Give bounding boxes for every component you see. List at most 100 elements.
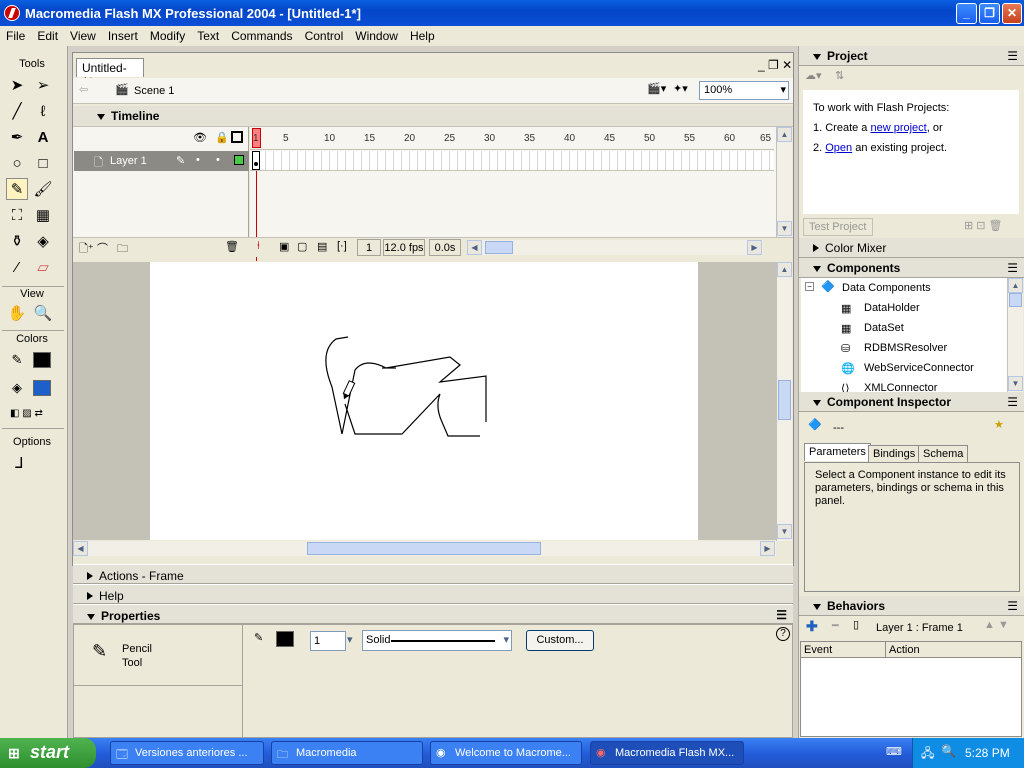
onion-outline-icon[interactable]: ▢	[297, 240, 307, 253]
clock[interactable]: 5:28 PM	[965, 746, 1010, 760]
scroll-right-icon[interactable]: ▶	[747, 240, 762, 255]
rectangle-tool-icon[interactable]: □	[32, 152, 54, 174]
brush-tool-icon[interactable]: 🖌	[32, 178, 54, 200]
scroll-up-icon[interactable]: ▲	[777, 127, 792, 142]
bind-icon[interactable]: ★	[994, 418, 1004, 431]
taskbar-item[interactable]: ◉ Macromedia Flash MX...	[590, 741, 744, 765]
text-tool-icon[interactable]: A	[32, 126, 54, 148]
edit-scene-icon[interactable]: 🎬▾	[647, 82, 666, 95]
panel-options-icon[interactable]: ☰	[1007, 599, 1018, 613]
search-icon[interactable]: 🔍	[941, 744, 956, 758]
stroke-color-swatch[interactable]	[33, 352, 51, 368]
delete-layer-icon[interactable]: 🗑	[225, 240, 239, 253]
stage-hscroll[interactable]: ◀ ▶	[73, 541, 776, 556]
stroke-style-select[interactable]: Solid ▾	[362, 630, 512, 651]
project-panel-header[interactable]: Project ☰	[799, 46, 1024, 66]
eraser-tool-icon[interactable]: ▱	[32, 256, 54, 278]
doc-window-controls[interactable]: _ ❐ ✕	[758, 58, 792, 72]
menu-text[interactable]: Text	[191, 29, 225, 43]
tab-schema[interactable]: Schema	[918, 445, 969, 463]
ink-bottle-tool-icon[interactable]: ⚱	[6, 230, 28, 252]
panel-options-icon[interactable]: ☰	[776, 608, 787, 622]
center-frame-icon[interactable]: ⍿	[257, 240, 260, 253]
layer-row[interactable]: 🗋 Layer 1 ✎ • •	[74, 151, 249, 171]
taskbar-item[interactable]: 🗀 Macromedia	[271, 741, 423, 765]
timeline-hscroll[interactable]: ◀ ▶	[467, 240, 763, 255]
layer-color-box[interactable]	[234, 155, 244, 165]
outline-icon[interactable]	[231, 131, 243, 143]
chevron-down-icon[interactable]: ▾	[780, 83, 786, 96]
sort-icon[interactable]: ⇅	[835, 69, 844, 82]
eyedropper-tool-icon[interactable]: ⁄	[6, 256, 28, 278]
stage-canvas[interactable]	[150, 262, 698, 540]
new-project-link[interactable]: new project	[870, 122, 926, 134]
fill-color-swatch[interactable]	[33, 380, 51, 396]
component-inspector-header[interactable]: Component Inspector ☰	[799, 392, 1024, 412]
open-project-link[interactable]: Open	[825, 142, 852, 154]
scroll-thumb[interactable]	[485, 241, 513, 254]
timeline-ruler[interactable]: 1 5 10 15 20 25 30 35 40 45 50 55 60 65	[250, 128, 774, 150]
components-header[interactable]: Components ☰	[799, 258, 1024, 278]
test-project-button[interactable]: Test Project	[803, 218, 873, 236]
lock-icon[interactable]: 🔒	[215, 131, 229, 144]
scroll-down-icon[interactable]: ▼	[777, 524, 792, 539]
tree-collapse-icon[interactable]: −	[805, 282, 814, 291]
arrow-tool-icon[interactable]: ➤	[6, 74, 28, 96]
menu-modify[interactable]: Modify	[144, 29, 191, 43]
free-transform-tool-icon[interactable]: ⛶	[6, 204, 28, 226]
stroke-width-field[interactable]: 1	[310, 631, 346, 651]
project-icon[interactable]: ☁▾	[805, 69, 822, 82]
pencil-tool-icon[interactable]: ✎	[6, 178, 28, 200]
insert-folder-icon[interactable]: 🗀	[117, 240, 128, 259]
line-tool-icon[interactable]: ╱	[6, 100, 28, 122]
color-mixer-header[interactable]: Color Mixer	[799, 238, 1024, 258]
panel-options-icon[interactable]: ☰	[1007, 49, 1018, 63]
component-item[interactable]: WebServiceConnector	[864, 362, 974, 374]
menu-file[interactable]: File	[0, 29, 31, 43]
taskbar-item[interactable]: 🗔 Versiones anteriores ...	[110, 741, 264, 765]
scroll-thumb[interactable]	[778, 380, 791, 420]
chevron-down-icon[interactable]: ▾	[347, 633, 353, 646]
timeline-vscroll[interactable]: ▲ ▼	[776, 127, 792, 237]
components-vscroll[interactable]: ▲ ▼	[1007, 278, 1023, 392]
hand-tool-icon[interactable]: ✋	[6, 302, 28, 324]
subselect-tool-icon[interactable]: ➢	[32, 74, 54, 96]
stroke-color-swatch[interactable]	[276, 631, 294, 647]
chevron-down-icon[interactable]: ▾	[503, 633, 509, 646]
lock-dot-icon[interactable]: •	[216, 154, 220, 166]
zoom-field[interactable]: 100% ▾	[699, 81, 789, 100]
scroll-up-icon[interactable]: ▲	[1008, 278, 1023, 293]
components-group[interactable]: Data Components	[842, 282, 931, 294]
eye-icon[interactable]: 👁	[193, 131, 207, 144]
visible-dot-icon[interactable]: •	[196, 154, 200, 166]
document-tab[interactable]: Untitled-1*	[76, 58, 144, 89]
component-item[interactable]: DataHolder	[864, 302, 920, 314]
add-motion-guide-icon[interactable]: ⌒	[97, 240, 108, 256]
component-item[interactable]: RDBMSResolver	[864, 342, 947, 354]
restore-button[interactable]: ❐	[979, 3, 1000, 24]
help-panel-header[interactable]: Help	[73, 584, 793, 604]
lasso-tool-icon[interactable]: ℓ	[32, 100, 54, 122]
keyframe[interactable]	[252, 151, 260, 170]
timeline-header[interactable]: Timeline	[73, 106, 793, 127]
scroll-up-icon[interactable]: ▲	[777, 262, 792, 277]
scroll-thumb[interactable]	[1009, 293, 1022, 307]
menu-view[interactable]: View	[64, 29, 102, 43]
tab-bindings[interactable]: Bindings	[868, 445, 921, 463]
start-button[interactable]: ⊞ start	[0, 738, 96, 768]
scroll-down-icon[interactable]: ▼	[777, 221, 792, 236]
help-icon[interactable]: ?	[776, 627, 790, 641]
menu-edit[interactable]: Edit	[31, 29, 64, 43]
fill-transform-tool-icon[interactable]: ▦	[32, 204, 54, 226]
component-item[interactable]: XMLConnector	[864, 382, 937, 392]
scroll-down-icon[interactable]: ▼	[1008, 376, 1023, 391]
edit-multiple-frames-icon[interactable]: ▤	[317, 240, 327, 253]
panel-options-icon[interactable]: ☰	[1007, 261, 1018, 275]
modify-onion-markers-icon[interactable]: [·]	[337, 240, 347, 252]
scroll-left-icon[interactable]: ◀	[73, 541, 88, 556]
custom-button[interactable]: Custom...	[526, 630, 594, 651]
close-button[interactable]: ✕	[1002, 3, 1022, 24]
edit-symbol-icon[interactable]: ✦▾	[673, 82, 688, 95]
panel-options-icon[interactable]: ☰	[1007, 395, 1018, 409]
network-icon[interactable]: 🖧	[921, 744, 934, 765]
